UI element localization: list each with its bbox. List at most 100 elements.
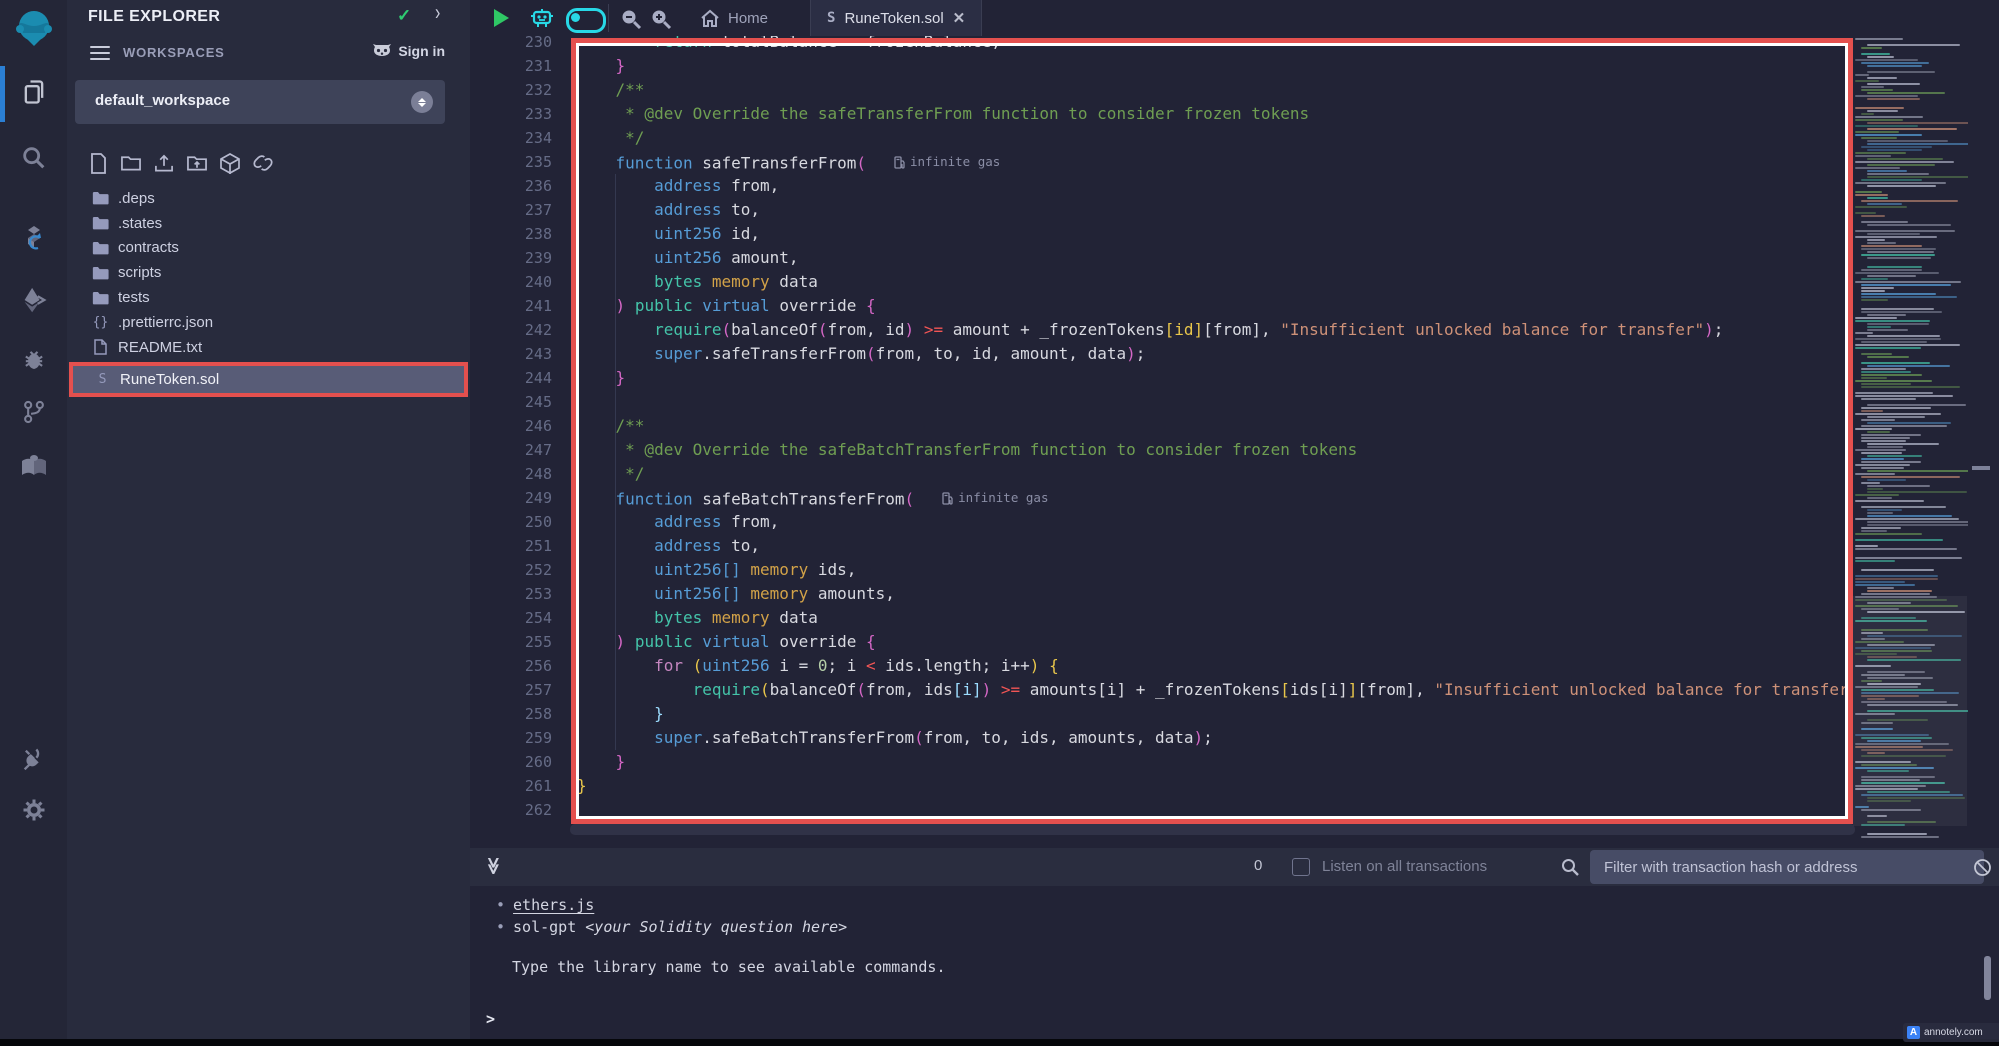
minimap-line [1855, 344, 1960, 346]
line-number: 242 [470, 318, 552, 342]
minimap-line [1855, 152, 1906, 154]
zoom-out-icon[interactable] [620, 8, 642, 30]
workspace-switch-icon[interactable] [411, 91, 433, 113]
terminal-link[interactable]: ethers.js [513, 896, 594, 914]
minimap-line [1861, 221, 1908, 223]
minimap-line [1861, 476, 1960, 478]
minimap-line [1867, 404, 1966, 406]
cube-icon[interactable] [220, 152, 240, 174]
code-line-260: } [577, 750, 625, 774]
minimap-line [1867, 110, 1898, 112]
line-number: 235 [470, 150, 552, 174]
minimap-line [1861, 419, 1895, 421]
plugin-connect-icon[interactable] [0, 738, 67, 782]
code-line-249: function safeBatchTransferFrom(infinite … [577, 486, 1048, 510]
minimap-line [1867, 98, 1920, 100]
solidity-compiler-icon[interactable] [0, 218, 67, 262]
minimap-line [1867, 257, 1931, 259]
close-tab-icon[interactable]: ✕ [953, 9, 966, 27]
line-number: 233 [470, 102, 552, 126]
file-item--states[interactable]: .states [67, 211, 469, 236]
terminal-line: •ethers.js [496, 896, 594, 914]
workspaces-menu-icon[interactable] [90, 46, 110, 60]
home-icon [700, 9, 720, 28]
search-icon[interactable] [0, 136, 67, 180]
upload-file-icon[interactable] [154, 152, 174, 174]
minimap-line [1867, 173, 1929, 175]
line-number: 254 [470, 606, 552, 630]
file-item--prettierrc-json[interactable]: {}.prettierrc.json [67, 310, 469, 335]
code-line-258: } [577, 702, 664, 726]
remix-logo[interactable] [0, 6, 67, 50]
file-item-tests[interactable]: tests [67, 285, 469, 310]
minimap-line [1861, 179, 1922, 181]
minimap-line [1861, 254, 1935, 256]
learneth-icon[interactable] [0, 444, 67, 488]
minimap-line [1867, 275, 1916, 277]
folder-icon [92, 291, 109, 305]
settings-icon[interactable] [0, 788, 67, 832]
chevron-right-icon[interactable]: › [435, 1, 440, 26]
zoom-in-icon[interactable] [650, 8, 672, 30]
minimap-line [1861, 290, 1885, 292]
minimap-line [1861, 269, 1922, 271]
tab-runetoken[interactable]: S RuneToken.sol ✕ [810, 0, 982, 36]
file-item-readme-txt[interactable]: README.txt [67, 335, 469, 360]
play-button[interactable] [494, 9, 509, 27]
minimap-line [1861, 434, 1921, 436]
terminal-line: Type the library name to see available c… [512, 958, 945, 976]
upload-folder-icon[interactable] [187, 152, 207, 174]
line-number: 245 [470, 390, 552, 414]
minimap-line [1855, 212, 1876, 214]
line-number-gutter: 2302312322332342352362372382392402412422… [470, 36, 552, 848]
collapse-terminal-icon[interactable]: ≫ [483, 857, 503, 875]
ai-toggle[interactable] [566, 8, 606, 33]
clear-terminal-icon[interactable] [1973, 858, 1992, 877]
minimap-line [1867, 203, 1902, 205]
new-file-icon[interactable] [88, 152, 108, 174]
code-editor[interactable]: 2302312322332342352362372382392402412422… [470, 36, 1999, 848]
code-line-244: } [577, 366, 625, 390]
minimap-line [1855, 464, 1910, 466]
file-item-runetoken-sol[interactable]: SRuneToken.sol [73, 366, 464, 393]
minimap-line [1855, 107, 1904, 109]
minimap-line [1867, 128, 1957, 130]
line-number: 232 [470, 78, 552, 102]
minimap-line [1861, 89, 1893, 91]
code-line-257: require(balanceOf(from, ids[i]) >= amoun… [577, 678, 1845, 702]
scrollbar-marker [1972, 466, 1990, 470]
tab-home[interactable]: Home [686, 0, 782, 36]
minimap-line [1867, 470, 1970, 472]
horizontal-scrollbar[interactable] [570, 824, 1855, 835]
code-line-242: require(balanceOf(from, id) >= amount + … [577, 318, 1723, 342]
vertical-scrollbar[interactable] [1968, 36, 1999, 848]
line-number: 241 [470, 294, 552, 318]
listen-checkbox[interactable] [1292, 858, 1310, 876]
new-folder-icon[interactable] [121, 152, 141, 174]
terminal-scrollbar[interactable] [1984, 956, 1991, 1000]
debugger-icon[interactable] [0, 338, 67, 382]
line-number: 255 [470, 630, 552, 654]
minimap-line [1855, 194, 1888, 196]
ai-robot-icon[interactable] [530, 7, 554, 30]
solidity-icon: S [94, 372, 111, 387]
minimap-line [1861, 215, 1885, 217]
file-explorer-icon[interactable] [0, 70, 67, 114]
git-icon[interactable] [0, 390, 67, 434]
minimap-line [1855, 134, 1922, 136]
minimap-line [1867, 587, 1894, 589]
file-item-contracts[interactable]: contracts [67, 236, 469, 261]
code-line-239: uint256 amount, [577, 246, 799, 270]
terminal-prompt: > [486, 1010, 495, 1028]
minimap-line [1867, 491, 1967, 493]
minimap-line [1867, 149, 1922, 151]
terminal-search-icon[interactable] [1560, 857, 1580, 877]
link-icon[interactable] [253, 152, 273, 174]
file-item-scripts[interactable]: scripts [67, 260, 469, 285]
github-sign-in[interactable]: Sign in [372, 42, 445, 59]
deploy-run-icon[interactable] [0, 278, 67, 322]
minimap-line [1855, 131, 1899, 133]
transaction-filter-input[interactable] [1590, 850, 1984, 884]
workspace-select[interactable]: default_workspace [75, 80, 445, 124]
file-item--deps[interactable]: .deps [67, 186, 469, 211]
